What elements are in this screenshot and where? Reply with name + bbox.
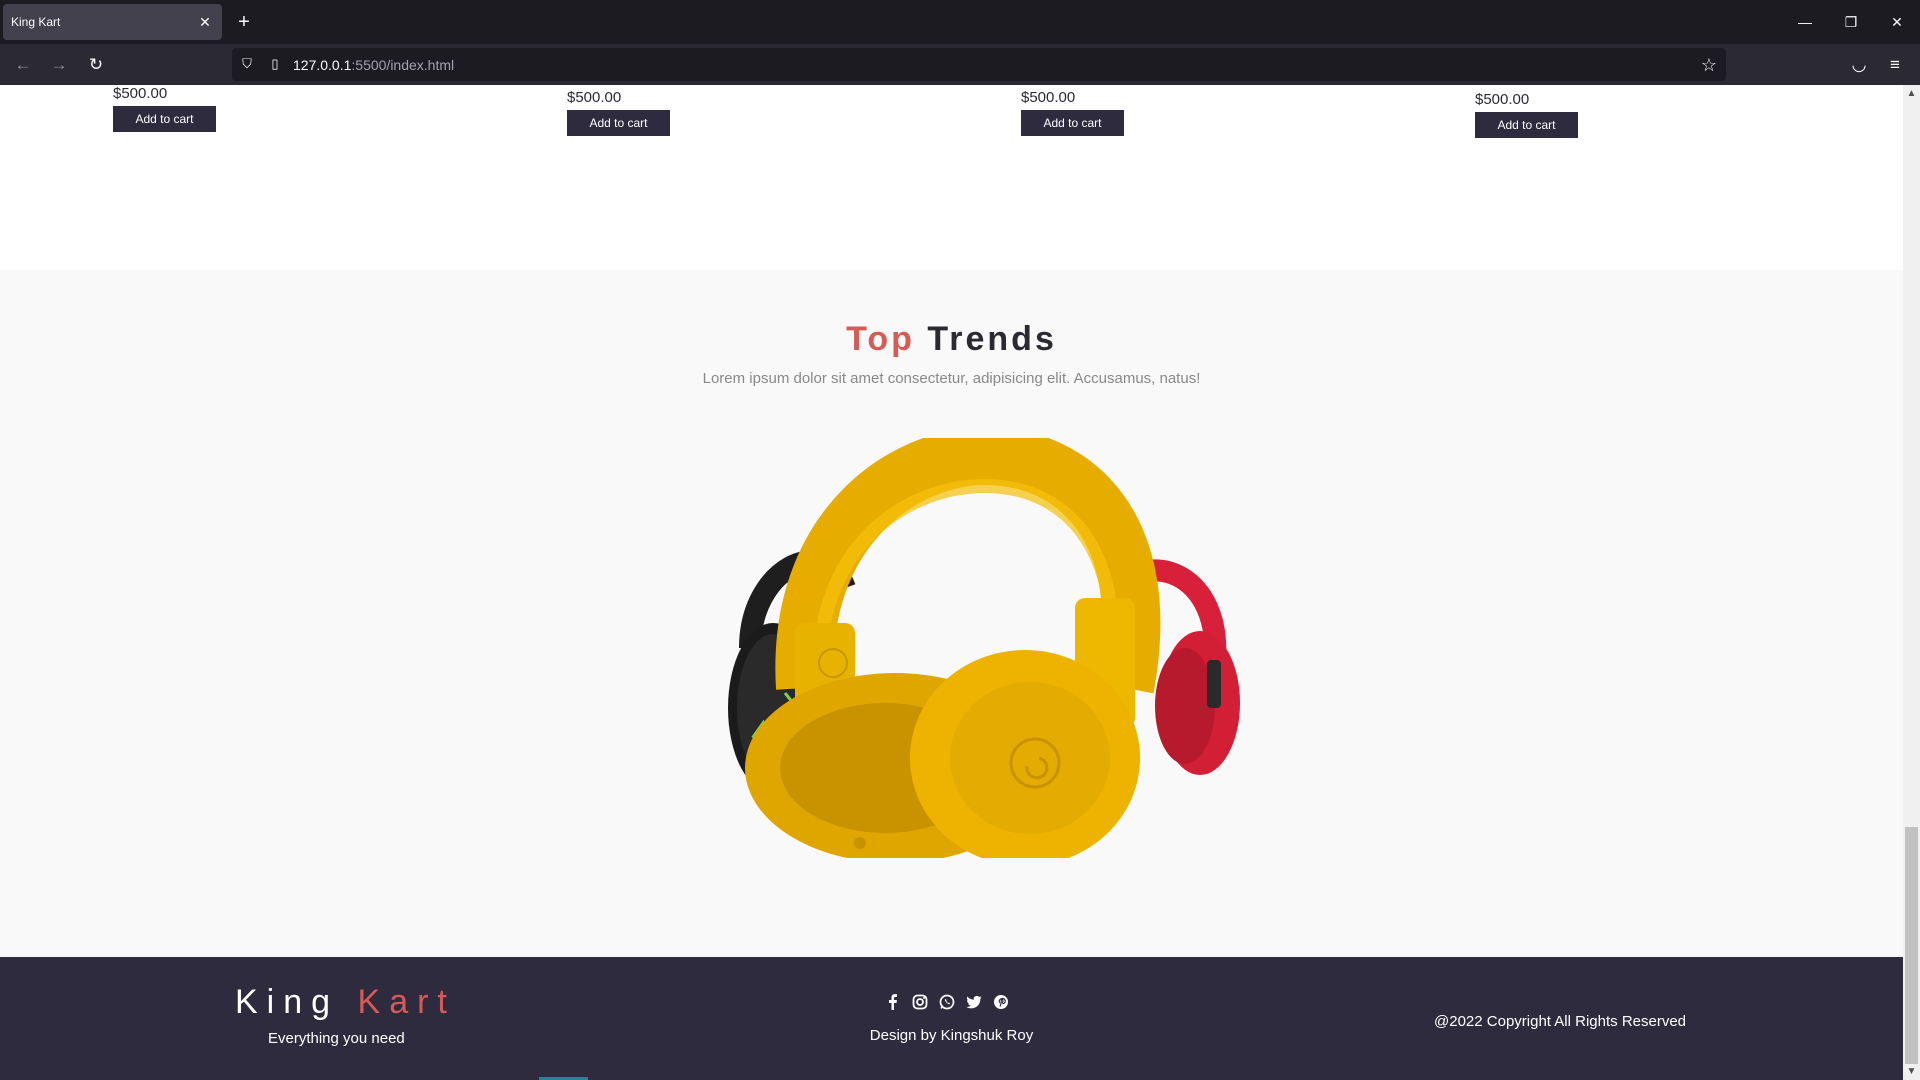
url-host: 127.0.0.1 [293, 57, 352, 73]
browser-tab[interactable]: King Kart ✕ [3, 4, 222, 40]
instagram-icon[interactable] [911, 993, 929, 1011]
reload-icon[interactable]: ↻ [84, 53, 108, 77]
pinterest-icon[interactable] [992, 993, 1010, 1011]
scrollbar-thumb[interactable] [1905, 827, 1918, 1064]
product-price: $500.00 [113, 85, 168, 102]
shield-icon[interactable]: ⛉ [238, 55, 256, 73]
whatsapp-icon[interactable] [938, 993, 956, 1011]
product-price: $500.00 [1021, 89, 1076, 106]
close-tab-icon[interactable]: ✕ [196, 13, 214, 31]
add-to-cart-button[interactable]: Add to cart [113, 106, 216, 132]
top-trends-section: Top Trends Lorem ipsum dolor sit amet co… [0, 270, 1903, 978]
page-scrollbar[interactable]: ▲ ▼ [1903, 85, 1920, 1080]
bookmark-star-icon[interactable]: ☆ [1698, 54, 1720, 76]
title-accent: Top [846, 320, 915, 358]
footer-brand: King Kart [235, 983, 456, 1022]
restore-icon[interactable]: ❐ [1839, 10, 1863, 34]
title-rest: Trends [927, 320, 1057, 358]
facebook-icon[interactable] [884, 993, 902, 1011]
tab-strip: King Kart ✕ + — ❐ ✕ [0, 0, 1920, 44]
brand-second: Kart [357, 983, 456, 1021]
url-bar[interactable]: ⛉ ▯ 127.0.0.1:5500/index.html ☆ [232, 48, 1726, 81]
social-links [884, 993, 1010, 1011]
page-viewport: $500.00 Add to cart $500.00 Add to cart … [0, 85, 1903, 1080]
product-price: $500.00 [567, 89, 622, 106]
url-path: :5500/index.html [351, 57, 455, 73]
section-subtitle: Lorem ipsum dolor sit amet consectetur, … [702, 370, 1201, 387]
footer: King Kart Everything you need Design by … [0, 957, 1903, 1080]
close-window-icon[interactable]: ✕ [1885, 10, 1909, 34]
tab-title: King Kart [11, 15, 61, 29]
product-price: $500.00 [1475, 91, 1530, 108]
forward-icon[interactable]: → [47, 53, 71, 77]
menu-icon[interactable]: ≡ [1883, 53, 1907, 77]
add-to-cart-button[interactable]: Add to cart [567, 110, 670, 136]
back-icon[interactable]: ← [11, 53, 35, 77]
minimize-icon[interactable]: — [1793, 10, 1817, 34]
brand-first: King [235, 983, 340, 1021]
headphones-image[interactable] [655, 438, 1255, 858]
twitter-icon[interactable] [965, 993, 983, 1011]
add-to-cart-button[interactable]: Add to cart [1475, 112, 1578, 138]
section-title: Top Trends [0, 320, 1903, 359]
scroll-up-icon[interactable]: ▲ [1903, 85, 1920, 102]
copyright-text: @2022 Copyright All Rights Reserved [1434, 1013, 1687, 1030]
add-to-cart-button[interactable]: Add to cart [1021, 110, 1124, 136]
scroll-down-icon[interactable]: ▼ [1903, 1063, 1920, 1080]
new-tab-icon[interactable]: + [232, 10, 256, 34]
url-text[interactable]: 127.0.0.1:5500/index.html [293, 57, 454, 73]
pocket-icon[interactable]: ◡ [1847, 53, 1871, 77]
page-icon[interactable]: ▯ [266, 55, 284, 73]
navigation-bar: ← → ↻ ⛉ ▯ 127.0.0.1:5500/index.html ☆ ◡ … [0, 44, 1920, 85]
